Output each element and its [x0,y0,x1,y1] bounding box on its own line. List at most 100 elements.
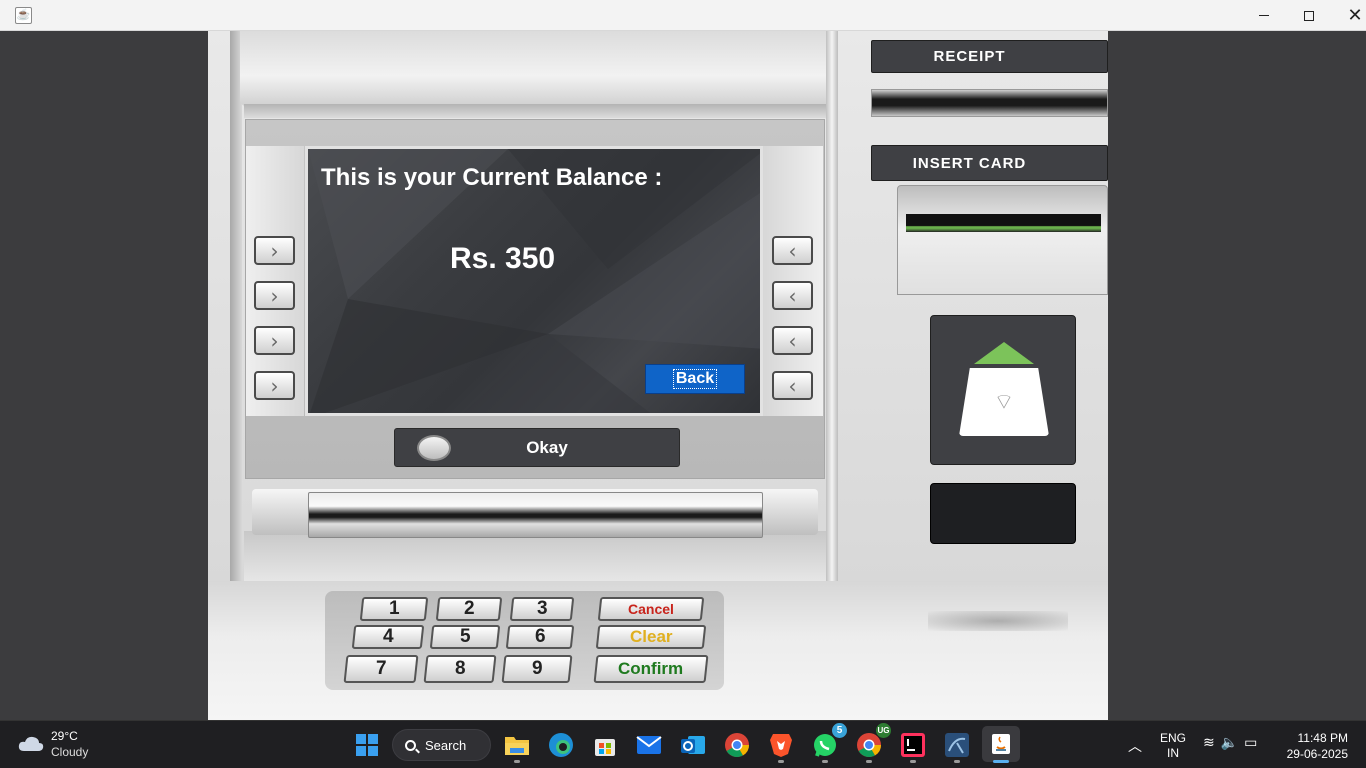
folder-icon [505,737,529,755]
chevron-left-icon: ‹ [788,373,797,398]
minimize-icon [1259,15,1269,16]
intellij-button[interactable] [897,729,929,761]
window-title-bar: ☕ ✕ [0,0,1366,31]
chrome-profile-button[interactable]: UG [853,723,891,761]
whatsapp-button[interactable]: 5 [809,723,847,761]
left-side-button-2[interactable]: › [254,281,295,310]
java-app-button[interactable] [982,726,1020,762]
mysql-icon [945,733,969,757]
arrow-up-icon [974,342,1034,364]
mail-button[interactable] [633,729,665,761]
cancel-key-label: Cancel [628,601,674,617]
minimize-button[interactable] [1241,0,1287,31]
atm-hood-lip [244,104,828,118]
active-indicator [993,760,1009,763]
key-9[interactable]: 9 [501,655,573,683]
chevron-left-icon: ‹ [788,238,797,263]
weather-temperature[interactable]: 29°C [51,729,78,743]
chevron-up-icon[interactable]: ︿ [1128,736,1142,756]
running-indicator [954,760,960,763]
weather-description[interactable]: Cloudy [51,745,88,759]
mysql-button[interactable] [941,729,973,761]
atm-divider [826,31,838,581]
close-icon: ✕ [1347,5,1363,25]
balance-amount: Rs. 350 [450,242,556,275]
key-5[interactable]: 5 [429,625,501,649]
key-9-label: 9 [531,658,543,679]
key-6[interactable]: 6 [505,625,575,649]
edge-button[interactable] [545,729,577,761]
left-side-button-1[interactable]: › [254,236,295,265]
card-slot [906,214,1101,232]
insert-card-label: INSERT CARD [871,145,1108,181]
key-3[interactable]: 3 [509,597,575,621]
back-button-label: Back [672,369,718,389]
key-7[interactable]: 7 [343,655,419,683]
key-2[interactable]: 2 [435,597,503,621]
clock-time: 11:48 PM [1297,731,1348,745]
search-label: Search [425,737,467,753]
atm-left-edge [230,31,242,581]
java-icon [992,734,1010,754]
profile-badge: UG [876,723,891,738]
okay-label: Okay [526,438,568,457]
notification-badge: 5 [832,723,847,738]
taskbar-search[interactable]: Search [392,729,491,761]
key-8-label: 8 [454,658,466,679]
cancel-key[interactable]: Cancel [597,597,705,621]
keypad: 1 2 3 Cancel 4 5 6 Clear 7 8 9 Confirm [325,591,724,690]
volume-icon: 🔈 [1220,735,1245,751]
edge-icon [549,733,573,757]
back-button[interactable]: Back [645,364,745,394]
balance-heading: This is your Current Balance : [321,164,663,191]
search-icon [405,739,416,751]
left-side-button-3[interactable]: › [254,326,295,355]
right-side-button-2[interactable]: ‹ [772,281,813,310]
key-4[interactable]: 4 [351,625,425,649]
start-button[interactable] [351,729,383,761]
right-side-button-1[interactable]: ‹ [772,236,813,265]
key-6-label: 6 [534,626,546,647]
right-side-button-4[interactable]: ‹ [772,371,813,400]
left-side-button-4[interactable]: › [254,371,295,400]
confirm-key-label: Confirm [618,659,684,678]
atm-hood [240,31,830,106]
store-icon [595,739,615,756]
card-reader[interactable] [897,185,1108,295]
close-button[interactable]: ✕ [1332,0,1366,31]
chrome-button[interactable] [721,729,753,761]
chevron-left-icon: ‹ [788,283,797,308]
key-1[interactable]: 1 [359,597,429,621]
chevron-right-icon: › [270,328,279,353]
battery-icon: ▭ [1244,735,1264,751]
system-tray[interactable]: ≋🔈▭ [1203,735,1263,751]
receipt-label: RECEIPT [871,40,1108,73]
key-8[interactable]: 8 [423,655,497,683]
receipt-slot [871,89,1108,117]
outlook-icon [681,736,705,754]
running-indicator [514,760,520,763]
contactless-card-icon: ⌔ [959,368,1049,436]
atm-machine: › › › › ‹ ‹ ‹ ‹ This is your Current Bal… [208,31,1108,720]
clock[interactable]: 11:48 PM 29-06-2025 [1280,730,1348,762]
okay-button[interactable]: Okay [394,428,680,467]
java-cup-icon: ☕ [15,7,32,24]
brave-button[interactable] [765,729,797,761]
running-indicator [822,760,828,763]
clear-key[interactable]: Clear [595,625,707,649]
outlook-button[interactable] [677,729,709,761]
file-explorer-button[interactable] [501,729,533,761]
language-code: ENG [1160,731,1187,745]
language-indicator[interactable]: ENG IN [1160,731,1186,761]
cash-dispenser-slot [308,492,763,538]
store-button[interactable] [589,729,621,761]
key-4-label: 4 [382,626,394,647]
brave-icon [770,734,792,757]
shelf-shadow [928,611,1068,631]
maximize-button[interactable] [1286,0,1332,31]
atm-screen: This is your Current Balance : Rs. 350 B… [305,146,763,416]
contactless-panel[interactable]: ⌔ [930,315,1076,465]
key-5-label: 5 [459,626,471,647]
right-side-button-3[interactable]: ‹ [772,326,813,355]
confirm-key[interactable]: Confirm [593,655,709,683]
